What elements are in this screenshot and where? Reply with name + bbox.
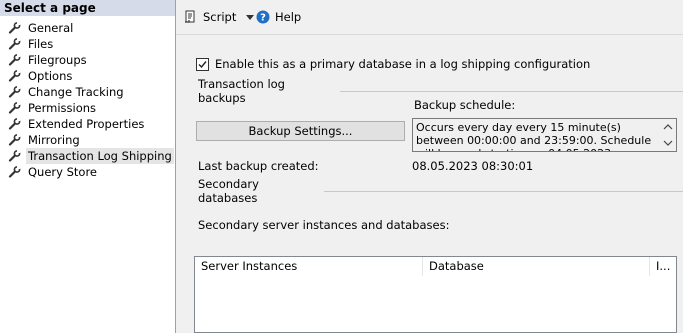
backup-schedule-label: Backup schedule:: [414, 98, 516, 112]
secondary-instances-label: Secondary server instances and databases…: [198, 218, 450, 232]
wrench-icon: [8, 86, 22, 98]
page-item-label: General: [28, 21, 74, 35]
help-label: Help: [275, 10, 302, 24]
wrench-icon: [8, 22, 22, 34]
column-header-extra[interactable]: I...: [650, 257, 676, 276]
page-item[interactable]: Filegroups: [8, 52, 174, 68]
page-item-label: Mirroring: [28, 133, 80, 147]
secondary-instances-table[interactable]: Server Instances Database I...: [194, 256, 677, 333]
page-item-label: Extended Properties: [28, 117, 145, 131]
wrench-icon: [8, 150, 22, 162]
script-icon: [184, 10, 198, 24]
wrench-icon: [8, 166, 22, 178]
backup-schedule-text[interactable]: Occurs every day every 15 minute(s) betw…: [412, 118, 677, 152]
page-item-label: Options: [28, 69, 73, 83]
secondary-databases-group: Secondary databases: [198, 177, 683, 205]
transaction-log-backups-label: Transaction log backups: [198, 77, 285, 105]
page-list: General Files Filegroups Options Change Trac…: [8, 20, 174, 180]
wrench-icon: [8, 38, 22, 50]
backup-settings-button[interactable]: Backup Settings...: [196, 121, 405, 141]
page-selector-panel: Select a page General Files Filegroups Opti…: [0, 0, 176, 333]
svg-text:?: ?: [260, 13, 266, 24]
enable-primary-checkbox-row[interactable]: Enable this as a primary database in a l…: [196, 57, 590, 71]
column-header-server-instances[interactable]: Server Instances: [195, 257, 423, 276]
schedule-scrollbar[interactable]: [660, 119, 676, 151]
page-item-label: Change Tracking: [28, 85, 124, 99]
wrench-icon: [8, 118, 22, 130]
page-item[interactable]: Options: [8, 68, 174, 84]
page-item-label: Filegroups: [28, 53, 87, 67]
enable-primary-label: Enable this as a primary database in a l…: [215, 57, 591, 71]
help-icon: ?: [256, 10, 270, 24]
page-item-label: Transaction Log Shipping: [26, 148, 174, 164]
page-item-label: Query Store: [28, 165, 97, 179]
last-backup-value: 08.05.2023 08:30:01: [412, 159, 534, 173]
scroll-down-icon: [663, 140, 673, 146]
page-item[interactable]: General: [8, 20, 174, 36]
last-backup-label: Last backup created:: [198, 159, 319, 173]
script-label: Script: [203, 10, 237, 24]
script-button[interactable]: Script: [184, 8, 255, 26]
page-item-label: Files: [28, 37, 54, 51]
secondary-databases-label: Secondary databases: [198, 177, 259, 205]
wrench-icon: [8, 102, 22, 114]
page-item[interactable]: Transaction Log Shipping: [8, 148, 174, 164]
wrench-icon: [8, 70, 22, 82]
page-item[interactable]: Files: [8, 36, 174, 52]
page-item[interactable]: Mirroring: [8, 132, 174, 148]
enable-primary-checkbox[interactable]: [196, 57, 209, 71]
page-item-label: Permissions: [28, 101, 97, 115]
page-item[interactable]: Extended Properties: [8, 116, 174, 132]
page-item[interactable]: Query Store: [8, 164, 174, 180]
page-item[interactable]: Change Tracking: [8, 84, 174, 100]
schedule-description: Occurs every day every 15 minute(s) betw…: [416, 121, 652, 151]
column-header-database[interactable]: Database: [423, 257, 650, 276]
scroll-up-icon: [663, 124, 673, 130]
chevron-down-icon[interactable]: [246, 10, 255, 24]
select-page-header: Select a page: [0, 0, 175, 16]
help-button[interactable]: ? Help: [256, 8, 301, 26]
log-shipping-page: Enable this as a primary database in a l…: [176, 35, 683, 333]
page-item[interactable]: Permissions: [8, 100, 174, 116]
group-divider: [324, 190, 683, 192]
group-divider: [339, 90, 683, 92]
wrench-icon: [8, 54, 22, 66]
toolbar: Script ? Help: [176, 0, 683, 34]
wrench-icon: [8, 134, 22, 146]
